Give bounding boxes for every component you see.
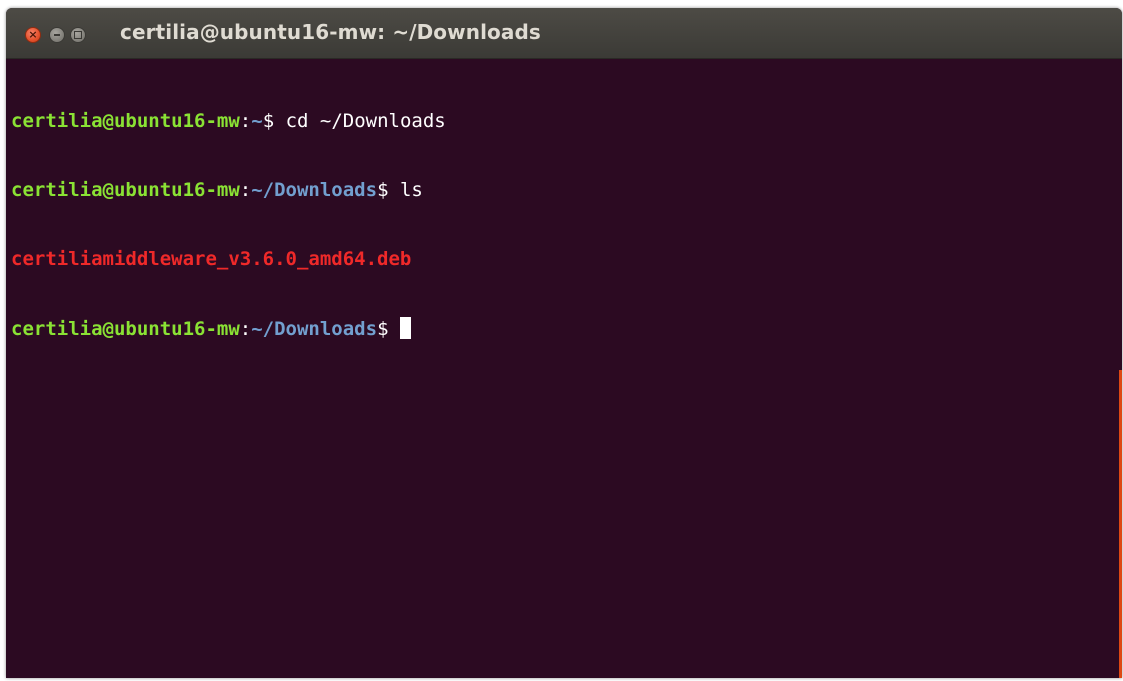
prompt-symbol: $ — [377, 318, 400, 340]
prompt-path: ~/Downloads — [251, 318, 378, 340]
close-button[interactable]: × — [25, 27, 41, 43]
prompt-separator: : — [239, 318, 252, 340]
command-text: ls — [399, 179, 423, 201]
terminal-output[interactable]: certilia@ubuntu16-mw:~$ cd ~/Downloads c… — [6, 60, 1122, 678]
title-bar[interactable]: × certilia@ubuntu16-mw: ~/Downloads — [6, 8, 1122, 59]
terminal-line: certilia@ubuntu16-mw:~$ cd ~/Downloads — [11, 110, 1122, 133]
minimize-icon — [54, 34, 60, 36]
prompt-symbol: $ — [262, 110, 286, 132]
minimize-button[interactable] — [49, 27, 65, 43]
terminal-line: certilia@ubuntu16-mw:~/Downloads$ ls — [11, 179, 1122, 202]
terminal-line: certilia@ubuntu16-mw:~/Downloads$ — [11, 317, 1122, 340]
maximize-icon — [74, 31, 82, 39]
prompt-user-host: certilia@ubuntu16-mw — [11, 110, 240, 132]
prompt-path: ~ — [251, 110, 263, 132]
prompt-separator: : — [239, 179, 252, 201]
prompt-user-host: certilia@ubuntu16-mw — [11, 318, 240, 340]
prompt-symbol: $ — [377, 179, 400, 201]
terminal-window: × certilia@ubuntu16-mw: ~/Downloads cert… — [6, 8, 1122, 678]
close-icon: × — [28, 28, 38, 41]
window-edge-accent — [1119, 370, 1122, 678]
command-text: cd ~/Downloads — [285, 110, 446, 132]
terminal-line: certiliamiddleware_v3.6.0_amd64.deb — [11, 248, 1122, 271]
text-cursor — [399, 317, 411, 339]
deb-file-output: certiliamiddleware_v3.6.0_amd64.deb — [11, 248, 412, 270]
prompt-path: ~/Downloads — [251, 179, 378, 201]
prompt-separator: : — [239, 110, 252, 132]
maximize-button[interactable] — [70, 27, 86, 43]
window-title: certilia@ubuntu16-mw: ~/Downloads — [120, 20, 541, 44]
prompt-user-host: certilia@ubuntu16-mw — [11, 179, 240, 201]
